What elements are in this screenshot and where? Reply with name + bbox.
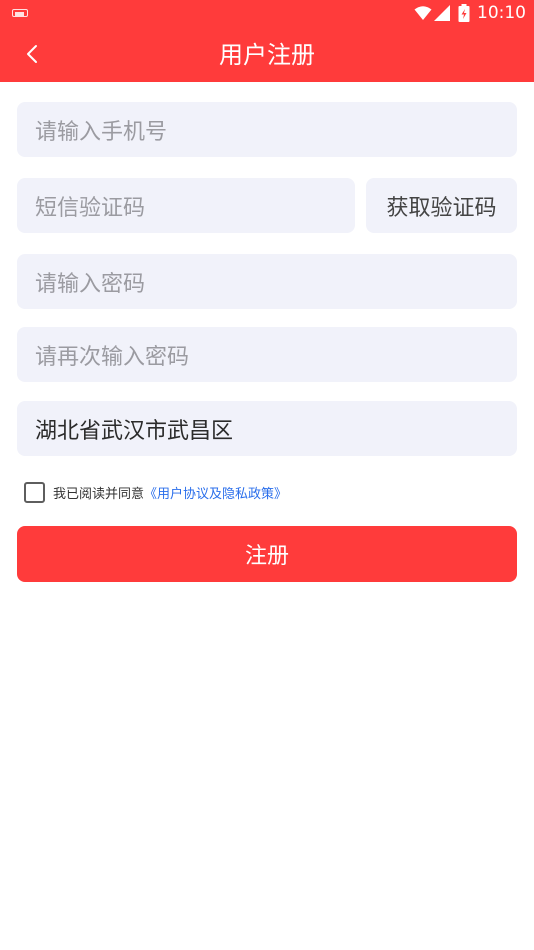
status-bar: 10:10	[0, 0, 534, 28]
page-title: 用户注册	[219, 41, 315, 69]
get-code-button[interactable]: 获取验证码	[366, 178, 517, 233]
battery-icon	[458, 4, 470, 22]
agreement-row: 我已阅读并同意 《用户协议及隐私政策》	[24, 481, 287, 503]
region-selector[interactable]: 湖北省武汉市武昌区	[17, 401, 517, 456]
password-input[interactable]: 请输入密码	[17, 254, 517, 309]
app-header: 10:10 用户注册	[0, 0, 534, 82]
agree-checkbox[interactable]	[24, 481, 45, 503]
phone-input[interactable]: 请输入手机号	[17, 102, 517, 157]
status-time: 10:10	[477, 3, 526, 23]
wifi-icon	[414, 6, 432, 20]
sms-code-input[interactable]: 短信验证码	[17, 178, 355, 233]
confirm-password-input[interactable]: 请再次输入密码	[17, 327, 517, 382]
signal-icon	[434, 5, 450, 21]
register-button[interactable]: 注册	[17, 526, 517, 582]
agreement-link[interactable]: 《用户协议及隐私政策》	[144, 483, 287, 502]
agreement-text: 我已阅读并同意	[53, 486, 145, 502]
keyboard-icon	[12, 9, 28, 17]
